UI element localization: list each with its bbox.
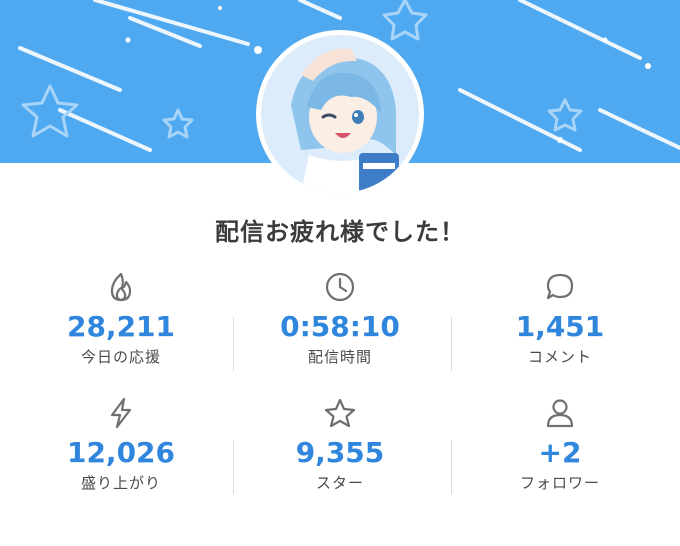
stat-excitement: 12,026 盛り上がり: [8, 388, 234, 508]
comment-bubble-icon: [546, 273, 574, 300]
stat-label: 今日の応援: [80, 348, 161, 366]
stat-value: 0:58:10: [280, 310, 400, 343]
stat-label: フォロワー: [519, 474, 600, 492]
stat-label: 配信時間: [307, 348, 372, 366]
stat-value: +2: [538, 436, 582, 469]
stat-comments: 1,451 コメント: [447, 262, 673, 382]
clock-icon: [325, 272, 355, 302]
lightning-icon: [110, 397, 132, 429]
stat-value: 9,355: [295, 436, 385, 469]
stat-followers: +2 フォロワー: [447, 388, 673, 508]
stat-value: 1,451: [515, 310, 605, 343]
fire-icon: [110, 272, 132, 302]
stat-label: スター: [315, 474, 364, 492]
person-icon: [546, 399, 574, 428]
stat-value: 12,026: [66, 436, 176, 469]
streamer-avatar: [256, 30, 424, 198]
stat-stream-duration: 0:58:10 配信時間: [227, 262, 453, 382]
column-divider: [233, 317, 234, 371]
stat-label: コメント: [527, 348, 592, 366]
column-divider: [451, 317, 452, 371]
stat-stars: 9,355 スター: [227, 388, 453, 508]
stream-stats-grid: 28,211 今日の応援 0:58:10 配信時間 1,451 コメント 12,…: [0, 262, 680, 502]
column-divider: [451, 440, 452, 494]
stat-today-support: 28,211 今日の応援: [8, 262, 234, 382]
star-icon: [324, 398, 356, 428]
stat-label: 盛り上がり: [80, 474, 161, 492]
column-divider: [233, 440, 234, 494]
stat-value: 28,211: [66, 310, 176, 343]
stream-end-title: 配信お疲れ様でした！: [215, 218, 465, 246]
